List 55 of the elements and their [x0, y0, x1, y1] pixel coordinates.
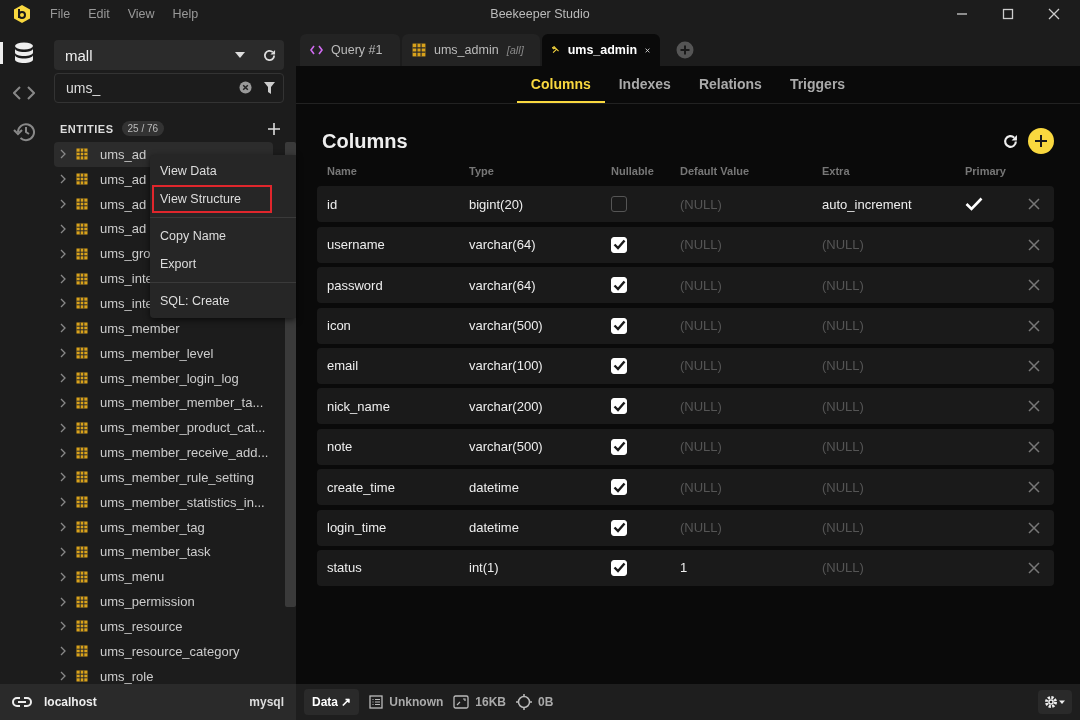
table-cell-text: create_time [327, 479, 396, 495]
table-cell-text: 1 [680, 560, 689, 576]
table-size: 16KB [475, 695, 507, 709]
table-cell-text: (NULL) [822, 277, 865, 293]
table-cell-text: (NULL) [680, 398, 723, 414]
table-cell-text: (NULL) [822, 560, 865, 576]
window-title: Beekeeper Studio [489, 7, 591, 21]
column-header: Extra [822, 165, 851, 177]
table-cell-text: auto_increment [822, 196, 913, 212]
connection-host: localhost [44, 695, 97, 709]
table-cell-text: (NULL) [680, 318, 723, 334]
entities-count: 25 / 76 [121, 121, 165, 136]
table-cell-text: (NULL) [680, 237, 723, 253]
table-cell-text: varchar(500) [469, 318, 544, 334]
table-cell-text: (NULL) [822, 479, 865, 495]
table-cell-text: password [327, 277, 384, 293]
table-cell-text: int(1) [469, 560, 500, 576]
table-cell-text: (NULL) [822, 237, 865, 253]
section-title: Columns [322, 129, 408, 153]
table-cell-text: bigint(20) [469, 196, 525, 212]
column-header: Type [469, 165, 495, 177]
table-cell-text: (NULL) [822, 318, 865, 334]
column-header: Nullable [611, 165, 655, 177]
table-cell-text: icon [327, 318, 352, 334]
row-count: Unknown [389, 695, 444, 709]
table-cell-text: varchar(500) [469, 439, 544, 455]
connection-type: mysql [249, 695, 284, 709]
table-cell-text: (NULL) [680, 277, 723, 293]
table-cell-text: datetime [469, 479, 520, 495]
table-cell-text: datetime [469, 520, 520, 535]
table-cell-text: varchar(200) [469, 398, 544, 414]
table-cell-text: nick_name [327, 398, 391, 414]
table-cell-text: (NULL) [680, 479, 723, 495]
table-cell-text: note [327, 439, 354, 455]
table-cell-text: email [327, 358, 360, 374]
index-size: 0B [538, 695, 554, 709]
table-cell-text: (NULL) [680, 520, 723, 535]
table-cell-text: login_time [327, 520, 388, 535]
column-header: Primary [965, 165, 1007, 177]
table-cell-text: varchar(64) [469, 277, 537, 293]
table-cell-text: status [327, 560, 363, 576]
table-cell-text: (NULL) [822, 358, 865, 374]
column-header: Name [327, 165, 358, 177]
table-cell-text: (NULL) [822, 398, 865, 414]
table-cell-text: (NULL) [680, 439, 723, 455]
table-cell-text: (NULL) [680, 358, 723, 374]
table-cell-text: varchar(100) [469, 358, 544, 374]
table-cell-text: username [327, 237, 386, 253]
table-cell-text: (NULL) [822, 520, 865, 535]
table-cell-text: (NULL) [822, 439, 865, 455]
column-header: Default Value [680, 165, 751, 177]
table-cell-text: (NULL) [680, 196, 723, 212]
table-cell-text: varchar(64) [469, 237, 537, 253]
table-cell-text: id [327, 196, 339, 212]
entities-label: ENTITIES [60, 122, 114, 135]
